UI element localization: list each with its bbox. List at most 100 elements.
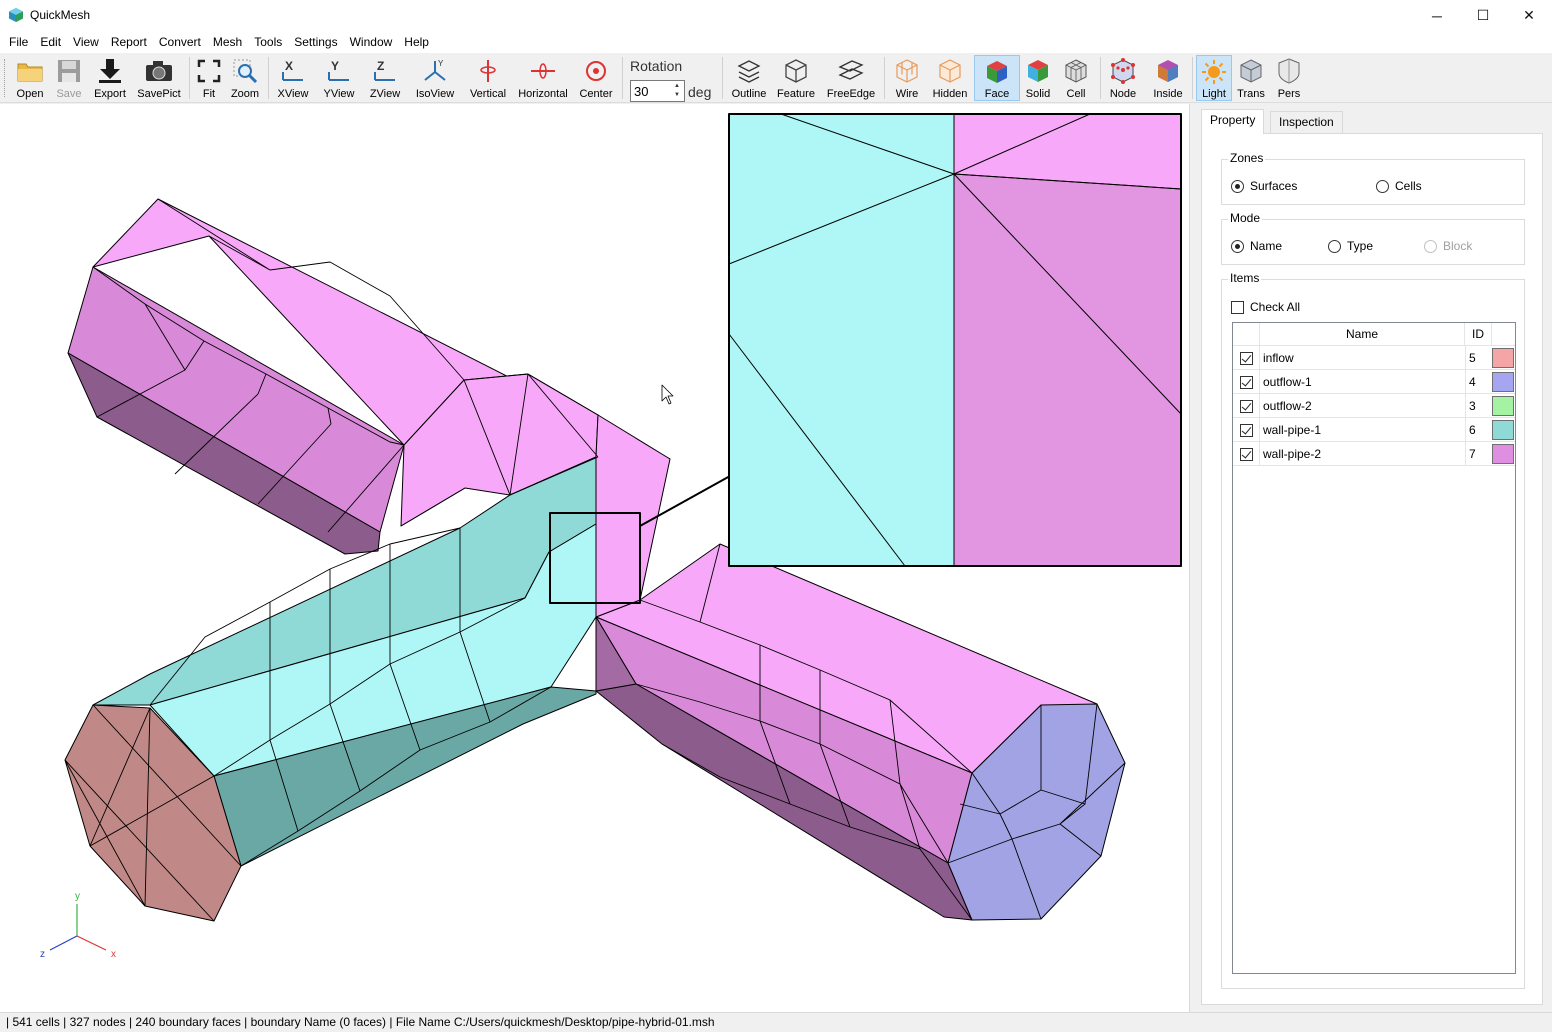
mesh-canvas[interactable]: y x z [0,104,1190,1012]
rotation-arrows[interactable]: ▲ ▼ [671,82,683,100]
row-name: wall-pipe-2 [1263,447,1322,461]
maximize-button[interactable]: ☐ [1460,0,1506,31]
savepict-button[interactable]: SavePict [136,55,182,101]
row-checkbox[interactable] [1239,447,1253,461]
menu-view[interactable]: View [67,32,105,52]
face-icon [987,60,1007,83]
row-checkbox[interactable] [1239,351,1253,365]
horizontal-button[interactable]: Horizontal [516,55,570,101]
menu-file[interactable]: File [3,32,34,52]
svg-text:Z: Z [377,59,384,73]
wire-button[interactable]: Wire [890,55,924,101]
minimize-button[interactable]: ─ [1414,0,1460,31]
vertical-button[interactable]: Vertical [466,55,510,101]
outline-button[interactable]: Outline [728,55,770,101]
stepper-up-icon[interactable]: ▲ [671,82,683,91]
table-header-name[interactable]: Name [1260,323,1465,346]
menu-help[interactable]: Help [398,32,435,52]
face-button[interactable]: Face [974,55,1020,101]
node-button[interactable]: Node [1106,55,1140,101]
menu-settings[interactable]: Settings [288,32,343,52]
menu-tools[interactable]: Tools [248,32,288,52]
checkbox-icon [1231,300,1244,314]
check-all-label: Check All [1250,300,1301,314]
center-label: Center [579,88,613,100]
window-title: QuickMesh [30,8,91,22]
axis-label-z: z [40,949,45,960]
row-color-swatch[interactable] [1492,348,1514,368]
svg-text:X: X [285,59,293,73]
center-button[interactable]: Center [576,55,616,101]
transparent-icon [1240,59,1262,83]
rotation-input[interactable] [634,83,670,99]
row-checkbox[interactable] [1239,375,1253,389]
freeedge-button[interactable]: FreeEdge [824,55,878,101]
menu-report[interactable]: Report [105,32,153,52]
rotation-stepper[interactable]: ▲ ▼ [630,80,685,102]
row-checkbox[interactable] [1239,399,1253,413]
solid-button[interactable]: Solid [1022,55,1054,101]
title-bar: QuickMesh ─ ☐ ✕ [0,0,1552,31]
table-row[interactable]: outflow-2 3 [1233,394,1515,418]
menu-edit[interactable]: Edit [34,32,67,52]
zoom-button[interactable]: Zoom [228,55,262,101]
cell-label: Cell [1066,88,1086,100]
table-row[interactable]: inflow 5 [1233,346,1515,370]
hidden-icon [939,59,961,83]
table-row[interactable]: wall-pipe-1 6 [1233,418,1515,442]
yview-button[interactable]: Y YView [320,55,358,101]
radio-type[interactable]: Type [1328,239,1373,253]
row-color-swatch[interactable] [1492,444,1514,464]
row-color-swatch[interactable] [1492,420,1514,440]
outline-label: Outline [731,88,767,100]
row-checkbox[interactable] [1239,423,1253,437]
savepict-label: SavePict [137,88,181,100]
toolbar-separator [884,57,885,99]
table-header-id[interactable]: ID [1465,323,1492,346]
cell-button[interactable]: Cell [1060,55,1092,101]
node-icon [1111,58,1135,84]
feature-label: Feature [777,88,815,100]
stepper-down-icon[interactable]: ▼ [671,91,683,100]
hidden-button[interactable]: Hidden [930,55,970,101]
row-color-swatch[interactable] [1492,372,1514,392]
menu-mesh[interactable]: Mesh [207,32,248,52]
light-button[interactable]: Light [1196,55,1232,101]
menu-window[interactable]: Window [344,32,399,52]
tab-inspection[interactable]: Inspection [1270,111,1343,134]
trans-button[interactable]: Trans [1234,55,1268,101]
row-name: inflow [1263,351,1294,365]
export-button[interactable]: Export [90,55,130,101]
yview-icon: Y [328,59,349,81]
export-icon [99,59,121,83]
surfaces-label: Surfaces [1250,179,1298,193]
isoview-button[interactable]: Y IsoView [412,55,458,101]
radio-name[interactable]: Name [1231,239,1282,253]
feature-button[interactable]: Feature [774,55,818,101]
table-row[interactable]: wall-pipe-2 7 [1233,442,1515,466]
check-all-checkbox[interactable]: Check All [1231,300,1300,314]
radio-dot-icon [1231,239,1244,253]
zview-button[interactable]: Z ZView [366,55,404,101]
center-icon [586,61,606,81]
menu-convert[interactable]: Convert [153,32,207,52]
radio-cells[interactable]: Cells [1376,179,1422,193]
xview-button[interactable]: X XView [274,55,312,101]
radio-surfaces[interactable]: Surfaces [1231,179,1297,193]
row-color-swatch[interactable] [1492,396,1514,416]
toolbar-grip[interactable] [4,59,7,97]
tab-property[interactable]: Property [1201,109,1265,134]
freeedge-icon [838,60,864,80]
camera-icon [146,61,172,81]
mesh-viewport[interactable]: y x z [0,104,1190,1012]
table-row[interactable]: outflow-1 4 [1233,370,1515,394]
toolbar-separator [1100,57,1101,99]
close-button[interactable]: ✕ [1506,0,1552,31]
open-button[interactable]: Open [12,55,48,101]
rotation-unit: deg [688,84,712,100]
inside-button[interactable]: Inside [1148,55,1188,101]
save-button[interactable]: Save [52,55,86,101]
fit-button[interactable]: Fit [194,55,224,101]
pers-button[interactable]: Pers [1272,55,1306,101]
toolbar-separator [1192,57,1193,99]
